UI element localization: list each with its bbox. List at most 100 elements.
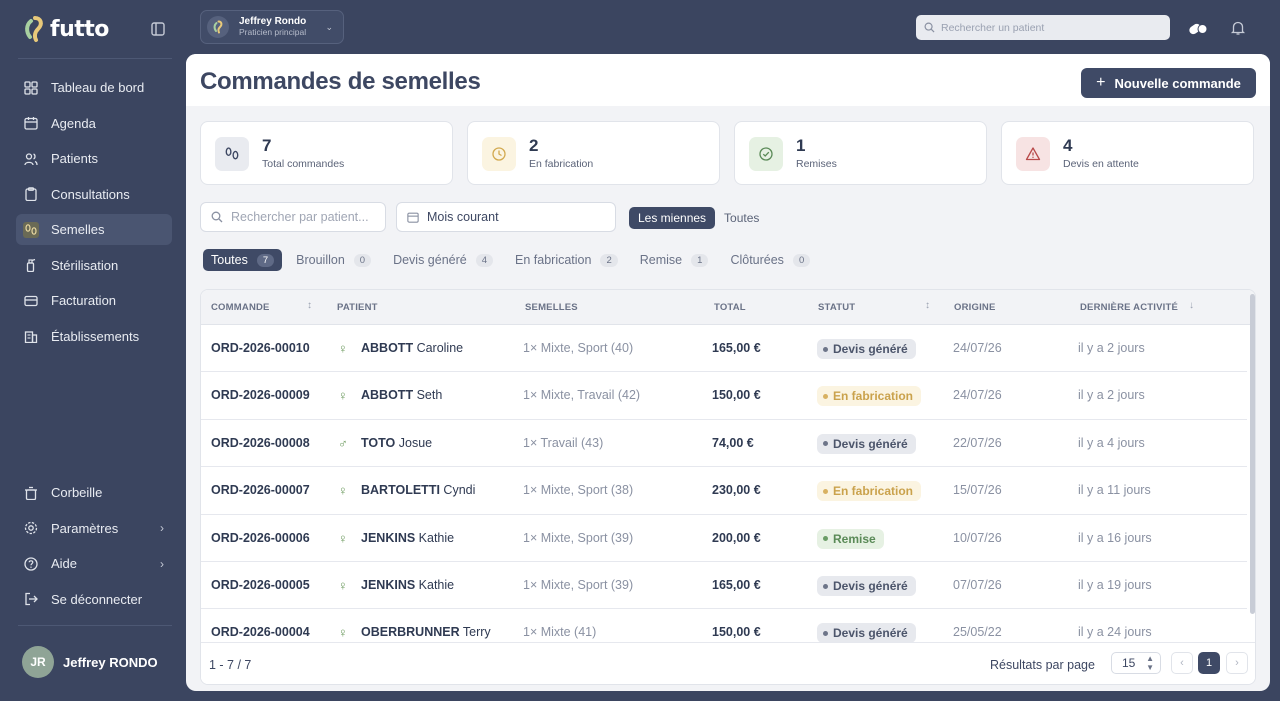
sidebar-item-sterilisation[interactable]: Stérilisation (16, 250, 172, 281)
logout-icon (23, 591, 39, 607)
tab-devis-genere[interactable]: Devis généré 4 (385, 249, 501, 271)
patient-name[interactable]: ABBOTT Caroline (361, 341, 463, 355)
sort-icon[interactable]: ↕ (307, 300, 312, 311)
bell-icon[interactable] (1227, 17, 1249, 39)
account-switcher[interactable]: Jeffrey Rondo Praticien principal ⌄ (200, 10, 344, 44)
stat-card-total: 7 Total commandes (200, 121, 453, 185)
sidebar-item-etablissements[interactable]: Établissements (16, 321, 172, 352)
patient-name[interactable]: OBERBRUNNER Terry (361, 625, 491, 639)
status-label: Remise (833, 531, 876, 546)
status-tabs: Toutes 7 Brouillon 0 Devis généré 4 En fabr… (203, 249, 824, 271)
table-row[interactable]: ORD-2026-00008 ♂ TOTO Josue 1× Travail (… (201, 420, 1247, 468)
order-search-input[interactable] (231, 210, 381, 224)
account-logo-icon (207, 16, 229, 38)
sidebar-item-corbeille[interactable]: Corbeille (16, 477, 172, 508)
sidebar-item-logout[interactable]: Se déconnecter (16, 584, 172, 615)
patient-first-name: Kathie (418, 530, 455, 545)
col-header-activite[interactable]: DERNIÈRE ACTIVITÉ (1080, 302, 1178, 313)
next-page-button[interactable]: › (1226, 652, 1248, 674)
credit-card-icon (23, 293, 39, 309)
per-page-value: 15 (1122, 656, 1136, 670)
table-row[interactable]: ORD-2026-00010 ♀ ABBOTT Caroline 1× Mixt… (201, 325, 1247, 373)
new-order-button[interactable]: + Nouvelle commande (1081, 68, 1256, 98)
sidebar-item-label: Stérilisation (51, 257, 119, 273)
tab-remise[interactable]: Remise 1 (632, 249, 717, 271)
sort-icon[interactable]: ↕ (925, 300, 930, 311)
sort-desc-icon[interactable]: ↓ (1189, 300, 1194, 311)
stat-card-fabrication: 2 En fabrication (467, 121, 720, 185)
status-label: Devis généré (833, 579, 908, 593)
sidebar-item-dashboard[interactable]: Tableau de bord (16, 72, 172, 103)
patient-search-input[interactable] (941, 21, 1161, 34)
patient-first-name: Cyndi (443, 483, 476, 498)
table-scrollbar[interactable] (1250, 294, 1255, 614)
tab-cloturees[interactable]: Clôturées 0 (722, 249, 818, 271)
stat-value: 7 (262, 136, 272, 155)
table-row[interactable]: ORD-2026-00007 ♀ BARTOLETTI Cyndi 1× Mix… (201, 467, 1247, 515)
stat-label: Total commandes (262, 158, 345, 170)
period-select[interactable]: Mois courant (396, 202, 616, 232)
scope-mine-button[interactable]: Les miennes (629, 207, 716, 229)
tab-en-fabrication[interactable]: En fabrication 2 (507, 249, 626, 271)
patient-name[interactable]: TOTO Josue (361, 436, 432, 450)
patient-last-name: BARTOLETTI (361, 483, 440, 498)
pills-icon[interactable] (1187, 17, 1209, 39)
sidebar-item-facturation[interactable]: Facturation (16, 285, 172, 316)
footprints-icon (215, 137, 249, 171)
sidebar-toggle-icon[interactable] (150, 21, 166, 37)
patient-last-name: ABBOTT (361, 388, 414, 403)
per-page-select[interactable]: 15 ▲ ▼ (1111, 652, 1161, 674)
order-search[interactable] (200, 202, 386, 232)
tab-label: Remise (639, 253, 683, 267)
check-circle-icon (749, 137, 783, 171)
updown-chevron-icon: ▲ ▼ (1146, 654, 1154, 672)
tab-toutes[interactable]: Toutes 7 (203, 249, 283, 271)
insoles-summary: 1× Mixte (41) (523, 625, 597, 640)
order-ref: ORD-2026-00006 (211, 530, 310, 545)
account-role: Praticien principal (239, 26, 307, 37)
origin-date: 15/07/26 (953, 483, 1002, 498)
page-button-current[interactable]: 1 (1198, 652, 1220, 674)
patient-last-name: ABBOTT (361, 341, 414, 355)
prev-page-button[interactable]: ‹ (1171, 652, 1193, 674)
order-ref: ORD-2026-00009 (211, 388, 310, 403)
tab-brouillon[interactable]: Brouillon 0 (288, 249, 379, 271)
patient-search[interactable] (916, 15, 1170, 40)
patient-first-name: Seth (416, 388, 443, 403)
scope-all-button[interactable]: Toutes (715, 207, 768, 229)
sidebar-item-parametres[interactable]: Paramètres › (16, 513, 172, 544)
order-total: 165,00 € (712, 341, 761, 355)
col-header-commande[interactable]: COMMANDE (211, 302, 270, 313)
col-header-semelles: SEMELLES (525, 302, 578, 313)
trash-icon (23, 485, 39, 501)
order-total: 150,00 € (712, 625, 761, 640)
stat-value: 4 (1063, 136, 1073, 155)
sidebar-item-semelles[interactable]: Semelles (16, 214, 172, 245)
table-row[interactable]: ORD-2026-00009 ♀ ABBOTT Seth 1× Mixte, T… (201, 372, 1247, 420)
sidebar-item-patients[interactable]: Patients (16, 143, 172, 174)
table-row[interactable]: ORD-2026-00006 ♀ JENKINS Kathie 1× Mixte… (201, 515, 1247, 562)
user-profile[interactable]: JR Jeffrey RONDO (22, 646, 158, 678)
brand[interactable]: futto (22, 14, 109, 44)
table-row[interactable]: ORD-2026-00005 ♀ JENKINS Kathie 1× Mixte… (201, 562, 1247, 610)
patient-last-name: OBERBRUNNER (361, 625, 460, 640)
stat-card-devis: 4 Devis en attente (1001, 121, 1254, 185)
sidebar-divider (18, 625, 172, 626)
sidebar-item-agenda[interactable]: Agenda (16, 108, 172, 139)
last-activity: il y a 2 jours (1078, 388, 1145, 403)
col-header-origine: ORIGINE (954, 302, 996, 313)
sidebar-item-consultations[interactable]: Consultations (16, 179, 172, 210)
sidebar-item-label: Facturation (51, 293, 117, 308)
col-header-statut[interactable]: STATUT (818, 302, 855, 313)
patient-name[interactable]: BARTOLETTI Cyndi (361, 483, 475, 497)
tab-count: 0 (353, 253, 372, 267)
last-activity: il y a 2 jours (1078, 341, 1145, 355)
patient-name[interactable]: ABBOTT Seth (361, 388, 442, 402)
sidebar-item-aide[interactable]: Aide › (16, 548, 172, 579)
patient-name[interactable]: JENKINS Kathie (361, 531, 454, 545)
status-dot (823, 488, 828, 494)
patient-name[interactable]: JENKINS Kathie (361, 578, 454, 592)
origin-date: 25/05/22 (953, 625, 1002, 640)
dashboard-icon (23, 80, 39, 96)
futto-logo-icon (25, 16, 43, 42)
